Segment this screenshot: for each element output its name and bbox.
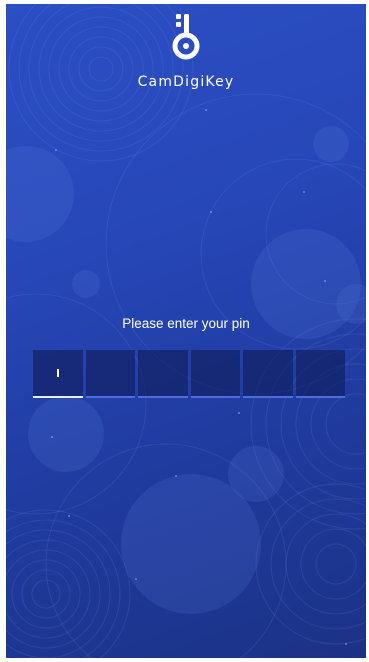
background-pattern	[6, 4, 366, 658]
pin-digit-4[interactable]	[190, 350, 240, 398]
pin-digit-1[interactable]	[33, 350, 83, 398]
text-cursor	[57, 369, 59, 377]
pin-digit-3[interactable]	[138, 350, 188, 398]
brand-name: CamDigiKey	[137, 74, 235, 90]
key-logo-icon	[172, 14, 200, 60]
app-logo	[6, 12, 366, 62]
pin-digit-6[interactable]	[295, 350, 345, 398]
pin-prompt: Please enter your pin	[122, 316, 250, 331]
pin-digit-5[interactable]	[243, 350, 293, 398]
pin-input-row[interactable]	[33, 350, 345, 398]
pin-screen: CamDigiKey Please enter your pin	[6, 4, 366, 658]
pin-digit-2[interactable]	[85, 350, 135, 398]
